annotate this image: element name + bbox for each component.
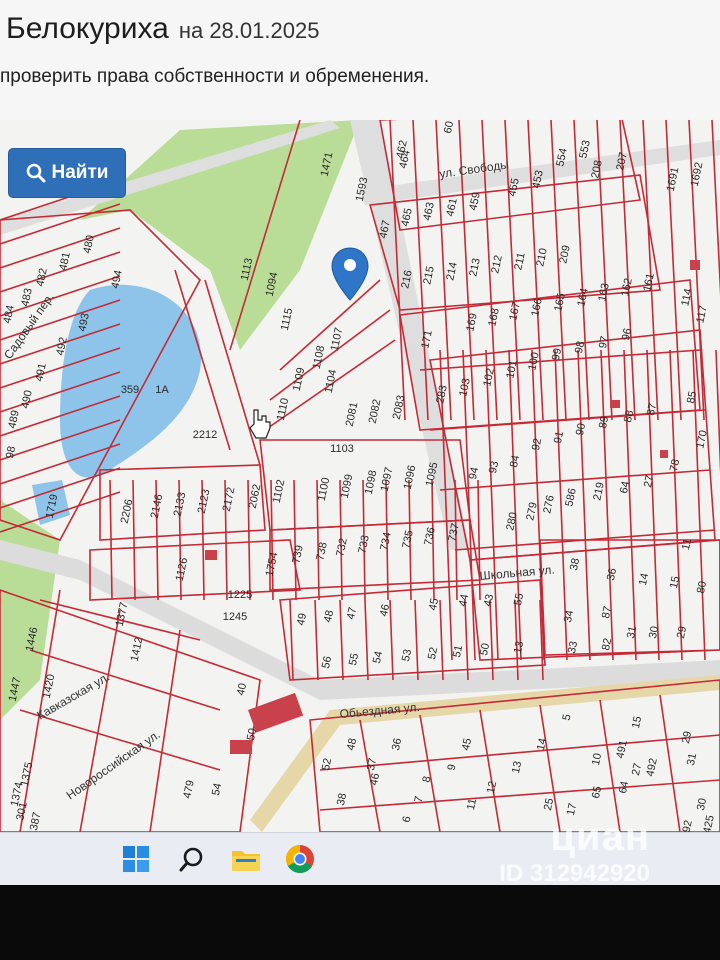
parcel-label[interactable]: 87 [600,605,614,619]
parcel-label[interactable]: 27 [642,474,656,488]
parcel-label[interactable]: 359 [121,384,139,396]
parcel-label[interactable]: 31 [685,752,699,766]
parcel-label[interactable]: 89 [597,415,611,429]
parcel-label[interactable]: 15 [668,575,682,589]
windows-start-icon[interactable] [118,841,154,877]
parcel-label[interactable]: 29 [680,730,694,744]
parcel-label[interactable]: 30 [647,625,661,639]
parcel-label[interactable]: 34 [562,609,576,623]
file-explorer-icon[interactable] [228,841,264,877]
parcel-label[interactable]: 17 [565,802,579,816]
windows-taskbar [0,832,720,885]
parcel-label[interactable]: 91 [552,430,566,444]
parcel-label[interactable]: 54 [371,650,385,664]
parcel-label[interactable]: 53 [400,648,414,662]
parcel-label[interactable]: 13 [510,760,524,774]
parcel-label[interactable]: 36 [390,737,404,751]
parcel-label[interactable]: 43 [482,593,496,607]
parcel-label[interactable]: 55 [512,592,526,606]
parcel-label[interactable]: 50 [478,642,492,656]
parcel-label[interactable]: 11 [680,538,694,552]
parcel-label[interactable]: 25 [542,797,556,811]
parcel-label[interactable]: 47 [345,606,359,620]
parcel-label[interactable]: 88 [622,409,636,423]
parcel-label[interactable]: 87 [645,402,659,416]
parcel-label[interactable]: 99 [550,347,564,361]
parcel-label[interactable]: 82 [600,637,614,651]
parcel-label[interactable]: 48 [345,737,359,751]
parcel-label[interactable]: 52 [426,646,440,660]
parcel-label[interactable]: 54 [210,782,224,796]
search-button-label: Найти [51,162,109,183]
parcel-label[interactable]: 84 [508,454,522,468]
parcel-label[interactable]: 36 [605,567,619,581]
parcel-label[interactable]: 45 [460,737,474,751]
parcel-label[interactable]: 1245 [223,611,247,623]
parcel-label[interactable]: 96 [620,327,634,341]
parcel-label[interactable]: 48 [322,609,336,623]
parcel-label[interactable]: 12 [485,780,499,794]
parcel-label[interactable]: 56 [320,655,334,669]
parcel-label[interactable]: 55 [347,652,361,666]
parcel-label[interactable]: 46 [368,772,382,786]
parcel-label[interactable]: 49 [295,612,309,626]
parcel-label[interactable]: 46 [378,603,392,617]
parcel-label[interactable]: 64 [618,480,632,494]
parcel-label[interactable]: 40 [235,682,249,696]
parcel-label[interactable]: 38 [335,792,349,806]
parcel-label[interactable]: 29 [675,625,689,639]
parcel-label[interactable]: 85 [685,390,699,404]
parcel-label[interactable]: 92 [530,437,544,451]
parcel-label[interactable]: 2212 [193,429,217,441]
parcel-label[interactable]: 14 [637,572,651,586]
cadastral-map[interactable]: 462 464 60 1471 1593 554 553 465 463 461 459 455 453… [0,120,720,832]
chrome-icon[interactable] [282,841,318,877]
parcel-label[interactable]: 10 [590,752,604,766]
parcel-label[interactable]: 1103 [330,443,354,455]
city-name: Белокуриха [6,12,169,45]
parcel-label[interactable]: 30 [695,797,709,811]
parcel-label[interactable]: 1225 [228,589,252,601]
search-icon [26,163,46,183]
parcel-label[interactable]: 64 [617,780,631,794]
date-label: на 28.01.2025 [178,18,320,43]
parcel-label[interactable]: 50 [245,727,259,741]
parcel-label[interactable]: 97 [597,335,611,349]
parcel-label[interactable]: 44 [457,593,471,607]
parcel-label[interactable]: 27 [630,762,644,776]
search-button[interactable]: Найти [8,148,126,198]
parcel-label[interactable]: 80 [695,580,709,594]
parcel-label[interactable]: 11 [465,798,479,812]
parcel-label[interactable]: 31 [625,625,639,639]
browser-screen: Белокуриха на 28.01.2025 проверить права … [0,0,720,832]
parcel-label[interactable]: 78 [668,458,682,472]
parcel-label[interactable]: 37 [365,757,379,771]
parcel-label[interactable]: 14 [535,737,549,751]
page-title: Белокуриха на 28.01.2025 [6,12,319,46]
parcel-label[interactable]: 98 [573,340,587,354]
parcel-label[interactable]: 93 [487,460,501,474]
page-subtitle: проверить права собственности и обремене… [0,66,430,87]
search-icon[interactable] [174,841,210,877]
parcel-label[interactable]: 33 [566,640,580,654]
parcel-label[interactable]: 15 [630,715,644,729]
parcel-label[interactable]: 65 [590,785,604,799]
parcel-label[interactable]: 45 [427,597,441,611]
parcel-label[interactable]: 98 [4,445,18,459]
parcel-label[interactable]: 94 [467,466,481,480]
parcel-label[interactable]: 60 [442,120,456,134]
parcel-label[interactable]: 38 [568,557,582,571]
parcel-label[interactable]: 1A [155,384,169,396]
parcel-label[interactable]: 90 [574,422,588,436]
parcel-label[interactable]: 13 [512,640,526,654]
parcel-label[interactable]: 51 [451,644,465,658]
parcel-label[interactable]: 52 [320,757,334,771]
